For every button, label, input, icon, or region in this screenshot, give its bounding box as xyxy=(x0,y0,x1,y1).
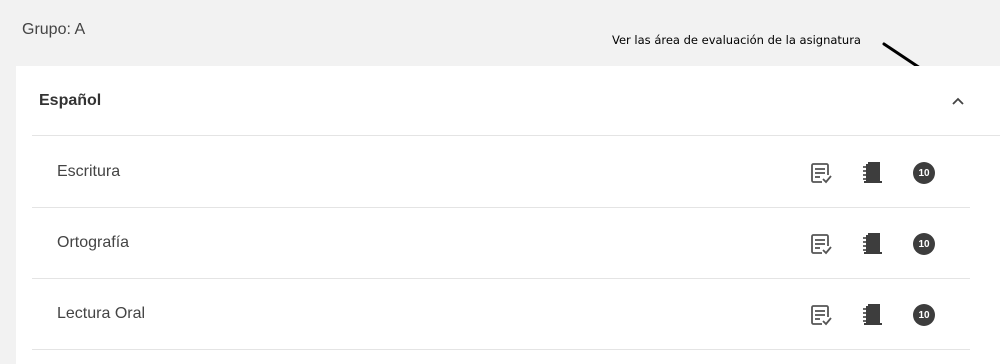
area-label: Ortografía xyxy=(57,234,130,251)
notebook-icon[interactable] xyxy=(860,303,884,327)
group-header: Grupo: A Ver las área de evaluación de l… xyxy=(0,0,1000,88)
notebook-icon[interactable] xyxy=(860,161,884,185)
grade-badge: 10 xyxy=(913,162,935,184)
subject-header[interactable]: Español xyxy=(32,66,1000,136)
list-check-icon[interactable] xyxy=(809,232,833,256)
grade-10-icon[interactable]: 10 xyxy=(912,232,936,256)
area-row-lectura-oral: Lectura Oral 10 xyxy=(32,279,970,350)
subject-card: Español Escritura 10 Ortografía 10 Lectu… xyxy=(16,66,1000,364)
list-check-icon[interactable] xyxy=(809,303,833,327)
area-label: Lectura Oral xyxy=(57,305,146,322)
grade-badge: 10 xyxy=(913,233,935,255)
subject-title: Español xyxy=(39,92,102,109)
area-row-escritura: Escritura 10 xyxy=(32,137,970,208)
grade-10-icon[interactable]: 10 xyxy=(912,161,936,185)
chevron-up-icon[interactable] xyxy=(950,95,966,107)
list-check-icon[interactable] xyxy=(809,161,833,185)
group-title: Grupo: A xyxy=(22,21,86,38)
grade-10-icon[interactable]: 10 xyxy=(912,303,936,327)
notebook-icon[interactable] xyxy=(860,232,884,256)
area-label: Escritura xyxy=(57,163,121,180)
area-row-ortografia: Ortografía 10 xyxy=(32,208,970,279)
annotation-text: Ver las área de evaluación de la asignat… xyxy=(612,33,861,47)
grade-badge: 10 xyxy=(913,304,935,326)
